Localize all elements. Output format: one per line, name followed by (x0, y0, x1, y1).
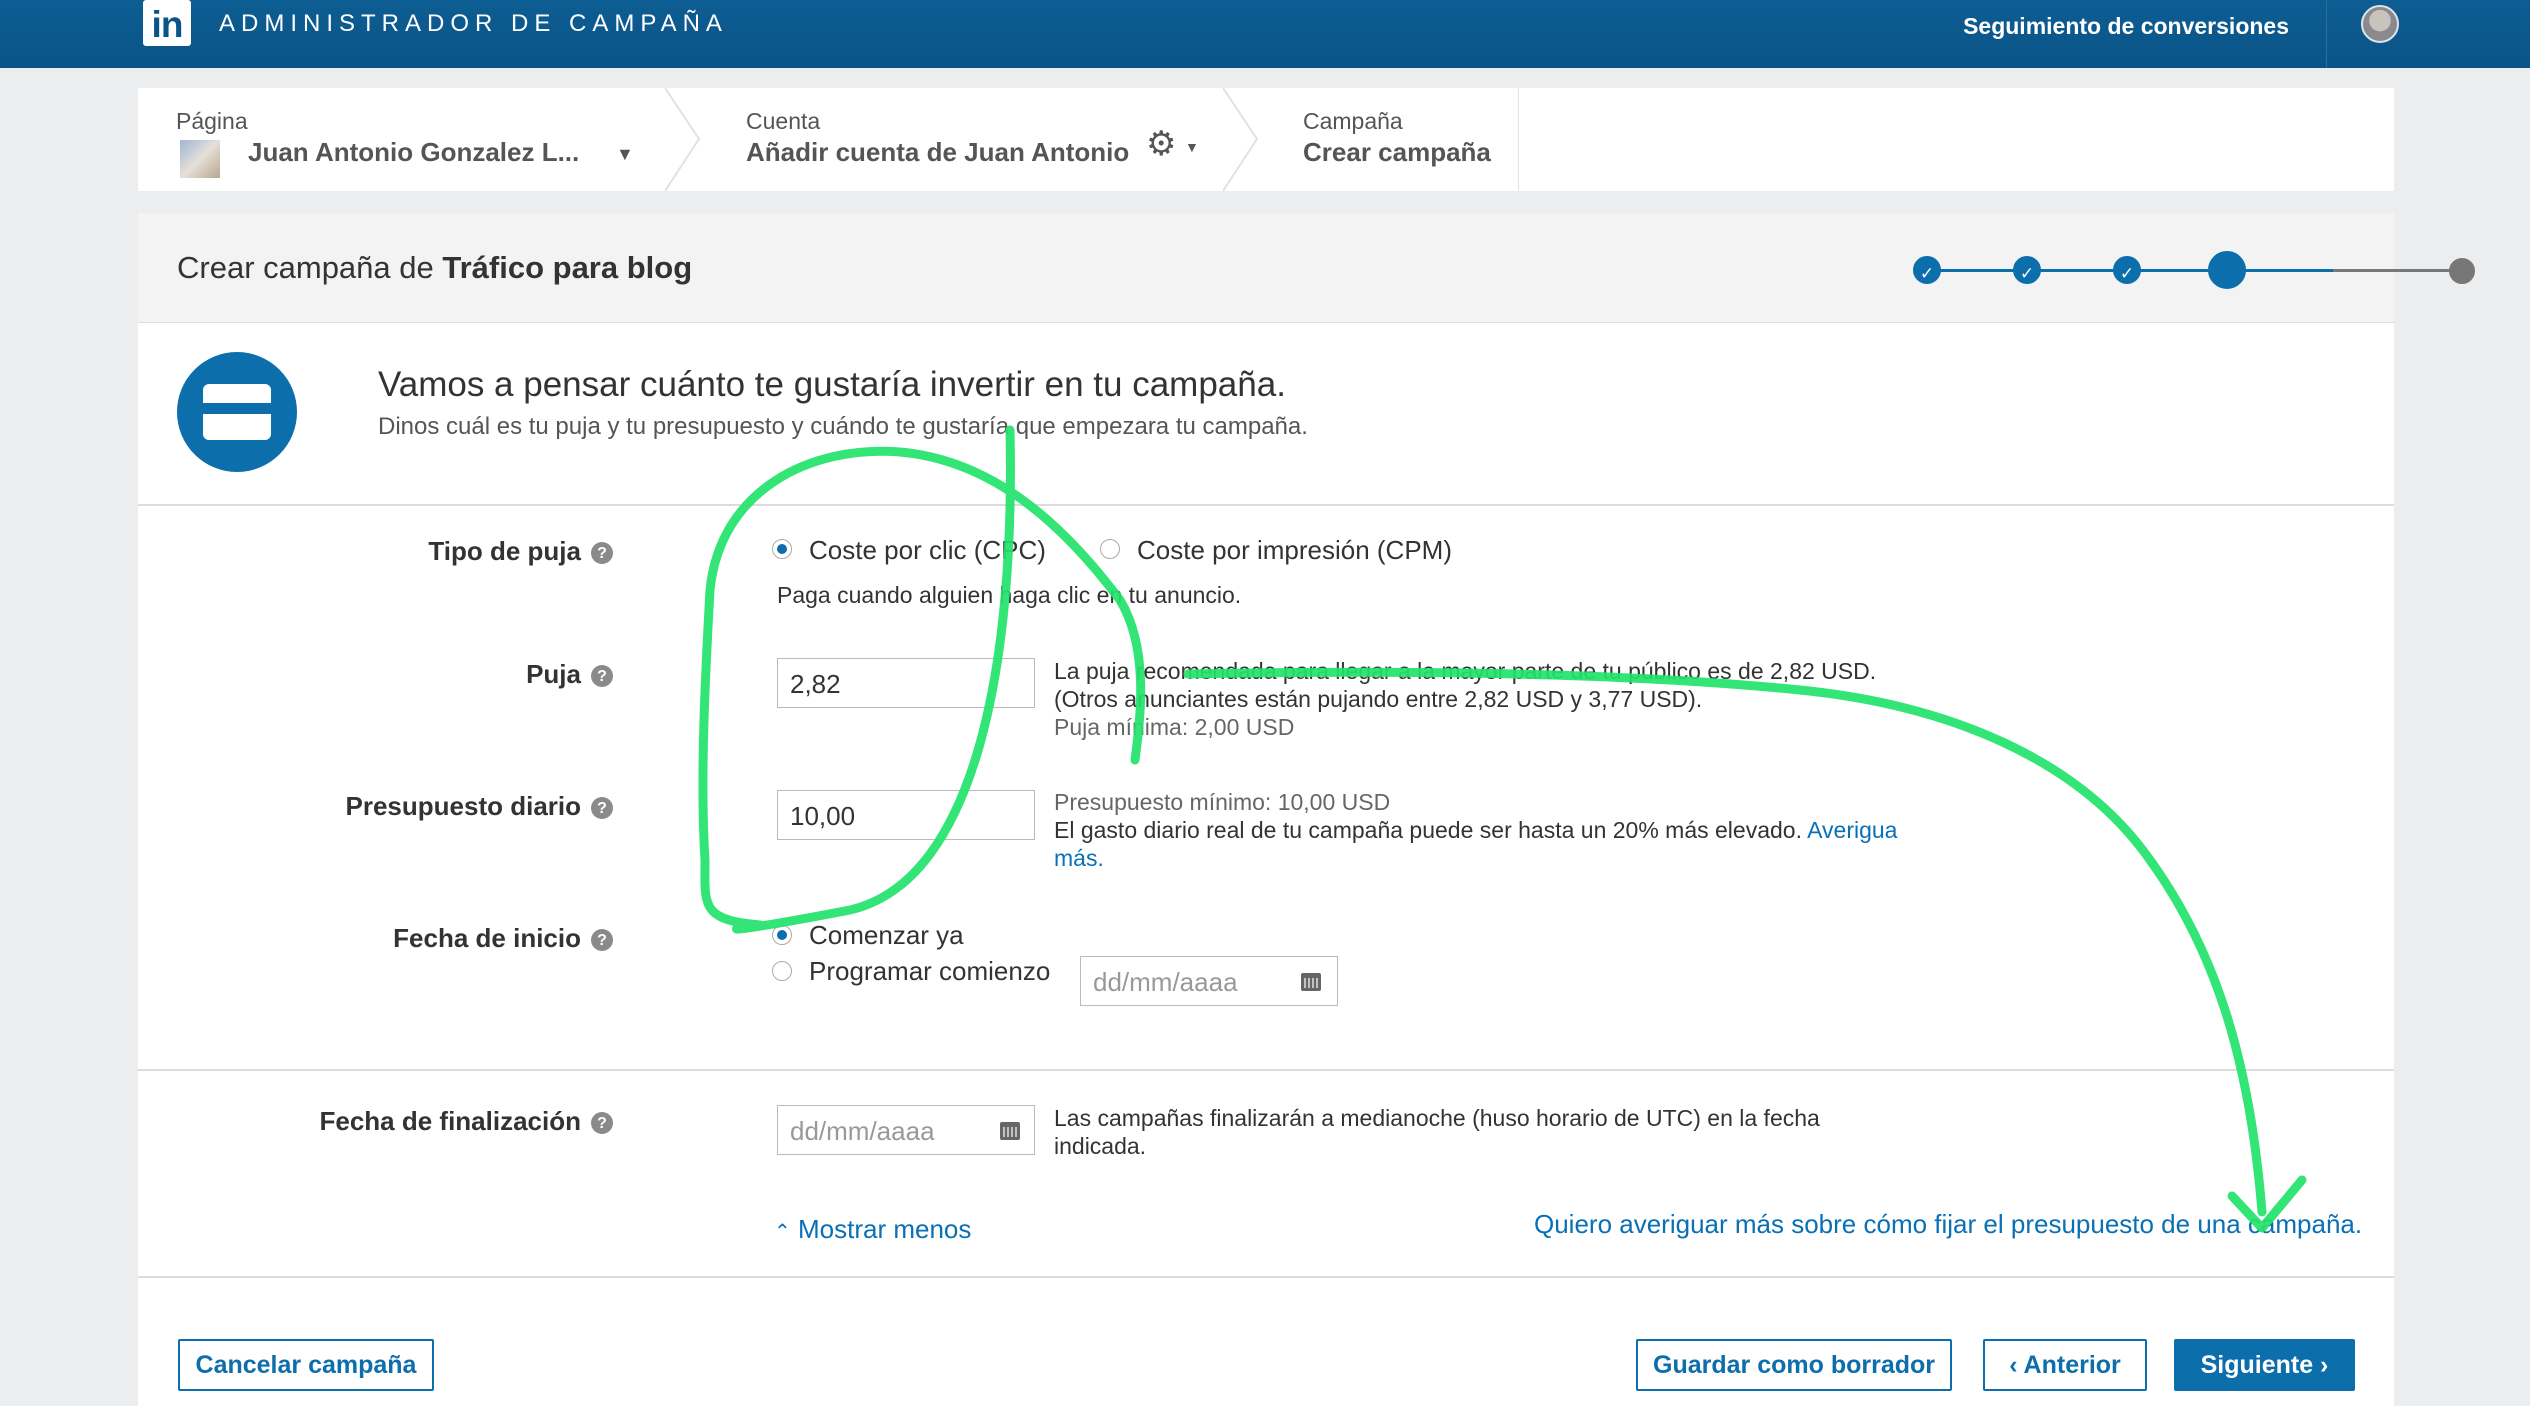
breadcrumb-campaign-value: Crear campaña (1303, 137, 1491, 167)
bid-input[interactable]: 2,82 (777, 658, 1035, 708)
help-icon[interactable]: ? (591, 929, 613, 951)
breadcrumb-separator (665, 88, 701, 191)
section-divider (138, 1069, 2394, 1071)
bid-label: Puja? (526, 659, 613, 690)
help-icon[interactable]: ? (591, 665, 613, 687)
chevron-up-icon: ⌃ (774, 1221, 791, 1243)
page-title: Crear campaña de Tráfico para blog (177, 250, 692, 286)
bid-range-note: (Otros anunciantes están pujando entre 2… (1054, 686, 1703, 712)
user-avatar-icon[interactable] (2361, 5, 2399, 43)
budget-help-link[interactable]: Quiero averiguar más sobre cómo fijar el… (1534, 1209, 2362, 1240)
step-3-done-check-icon: ✓ (2113, 256, 2141, 284)
intro-subtitle: Dinos cuál es tu puja y tu presupuesto y… (378, 413, 1308, 440)
end-date-note-continued: indicada. (1054, 1133, 1147, 1159)
page-title-prefix: Crear campaña de (177, 250, 443, 285)
bid-type-label: Tipo de puja? (428, 536, 613, 567)
topbar-divider (2326, 0, 2327, 68)
bid-recommendation: La puja recomendada para llegar a la may… (1054, 658, 1877, 684)
start-date-label-text: Fecha de inicio (393, 923, 581, 953)
end-date-note: Las campañas finalizarán a medianoche (h… (1054, 1105, 1820, 1131)
section-divider (138, 1276, 2394, 1278)
breadcrumb-campaign-label: Campaña (1303, 108, 1403, 134)
daily-budget-input[interactable]: 10,00 (777, 790, 1035, 840)
breadcrumb-page-label: Página (176, 108, 248, 134)
end-date-label-text: Fecha de finalización (319, 1106, 581, 1136)
daily-budget-label: Presupuesto diario? (345, 791, 613, 822)
chevron-down-icon[interactable]: ▼ (1185, 139, 1199, 155)
end-date-label: Fecha de finalización? (319, 1106, 613, 1137)
cpm-radio[interactable] (1100, 539, 1120, 559)
breadcrumb: Página Juan Antonio Gonzalez L... ▼ Cuen… (138, 88, 2394, 191)
top-bar: in ADMINISTRADOR DE CAMPAÑA Seguimiento … (0, 0, 2530, 68)
budget-minimum-note: Presupuesto mínimo: 10,00 USD (1054, 789, 1391, 815)
start-now-label[interactable]: Comenzar ya (809, 920, 964, 951)
bid-type-label-text: Tipo de puja (428, 536, 581, 566)
step-2-done-check-icon: ✓ (2013, 256, 2041, 284)
progress-steps: ✓ ✓ ✓ (1913, 245, 2503, 295)
bid-type-description: Paga cuando alguien haga clic en tu anun… (777, 582, 1242, 608)
end-date-input[interactable]: dd/mm/aaaa (777, 1105, 1035, 1155)
breadcrumb-account-value: Añadir cuenta de Juan Antonio (746, 137, 1130, 167)
bid-label-text: Puja (526, 659, 581, 689)
progress-line-done (1927, 269, 2247, 272)
chevron-down-icon[interactable]: ▼ (616, 144, 634, 165)
save-draft-button[interactable]: Guardar como borrador (1636, 1339, 1952, 1391)
previous-button[interactable]: ‹ Anterior (1983, 1339, 2147, 1391)
next-button[interactable]: Siguiente › (2174, 1339, 2355, 1391)
step-5-todo (2449, 258, 2475, 284)
conversion-tracking-link[interactable]: Seguimiento de conversiones (1963, 13, 2289, 40)
breadcrumb-account[interactable]: Cuenta Añadir cuenta de Juan Antonio ⚙ ▼ (706, 88, 1226, 191)
help-icon[interactable]: ? (591, 542, 613, 564)
breadcrumb-account-label: Cuenta (746, 108, 821, 134)
schedule-start-radio[interactable] (772, 961, 792, 981)
learn-more-link-continued[interactable]: más. (1054, 845, 1104, 872)
breadcrumb-separator (1223, 88, 1259, 191)
help-icon[interactable]: ? (591, 1112, 613, 1134)
cpc-option-label[interactable]: Coste por clic (CPC) (809, 535, 1046, 566)
linkedin-logo[interactable]: in (143, 0, 191, 46)
learn-more-link[interactable]: Averigua (1807, 817, 1897, 843)
breadcrumb-campaign: Campaña Crear campaña (1263, 88, 1513, 191)
schedule-start-label[interactable]: Programar comienzo (809, 956, 1050, 987)
budget-overspend-note: El gasto diario real de tu campaña puede… (1054, 817, 1897, 844)
cancel-campaign-button[interactable]: Cancelar campaña (178, 1339, 434, 1391)
cpc-radio[interactable] (772, 539, 792, 559)
show-less-label: Mostrar menos (798, 1214, 972, 1244)
intro-title: Vamos a pensar cuánto te gustaría invert… (378, 365, 1286, 404)
gear-icon[interactable]: ⚙ (1146, 124, 1176, 164)
page-title-campaign-type: Tráfico para blog (442, 250, 693, 285)
card-header: Crear campaña de Tráfico para blog ✓ ✓ ✓ (138, 213, 2475, 323)
section-divider (138, 504, 2394, 506)
breadcrumb-end-divider (1518, 88, 1519, 191)
start-date-input[interactable]: dd/mm/aaaa (1080, 956, 1338, 1006)
page-thumbnail (180, 140, 220, 178)
show-less-link[interactable]: ⌃ Mostrar menos (774, 1214, 971, 1245)
cpm-option-label[interactable]: Coste por impresión (CPM) (1137, 535, 1452, 566)
breadcrumb-page[interactable]: Página Juan Antonio Gonzalez L... ▼ (138, 88, 668, 191)
app-title: ADMINISTRADOR DE CAMPAÑA (219, 10, 728, 37)
credit-card-icon (177, 352, 297, 472)
campaign-form-card: Crear campaña de Tráfico para blog ✓ ✓ ✓… (138, 213, 2475, 1406)
daily-budget-label-text: Presupuesto diario (345, 791, 582, 821)
calendar-icon[interactable] (1000, 1122, 1020, 1140)
progress-line-todo (2333, 269, 2455, 272)
start-now-radio[interactable] (772, 925, 792, 945)
start-date-label: Fecha de inicio? (393, 923, 613, 954)
help-icon[interactable]: ? (591, 797, 613, 819)
calendar-icon[interactable] (1301, 973, 1321, 991)
step-1-done-check-icon: ✓ (1913, 256, 1941, 284)
step-4-current (2208, 251, 2246, 289)
credit-card-band (203, 403, 271, 414)
breadcrumb-page-value: Juan Antonio Gonzalez L... (248, 137, 580, 167)
budget-overspend-text: El gasto diario real de tu campaña puede… (1054, 817, 1802, 843)
bid-minimum-note: Puja mínima: 2,00 USD (1054, 714, 1295, 740)
